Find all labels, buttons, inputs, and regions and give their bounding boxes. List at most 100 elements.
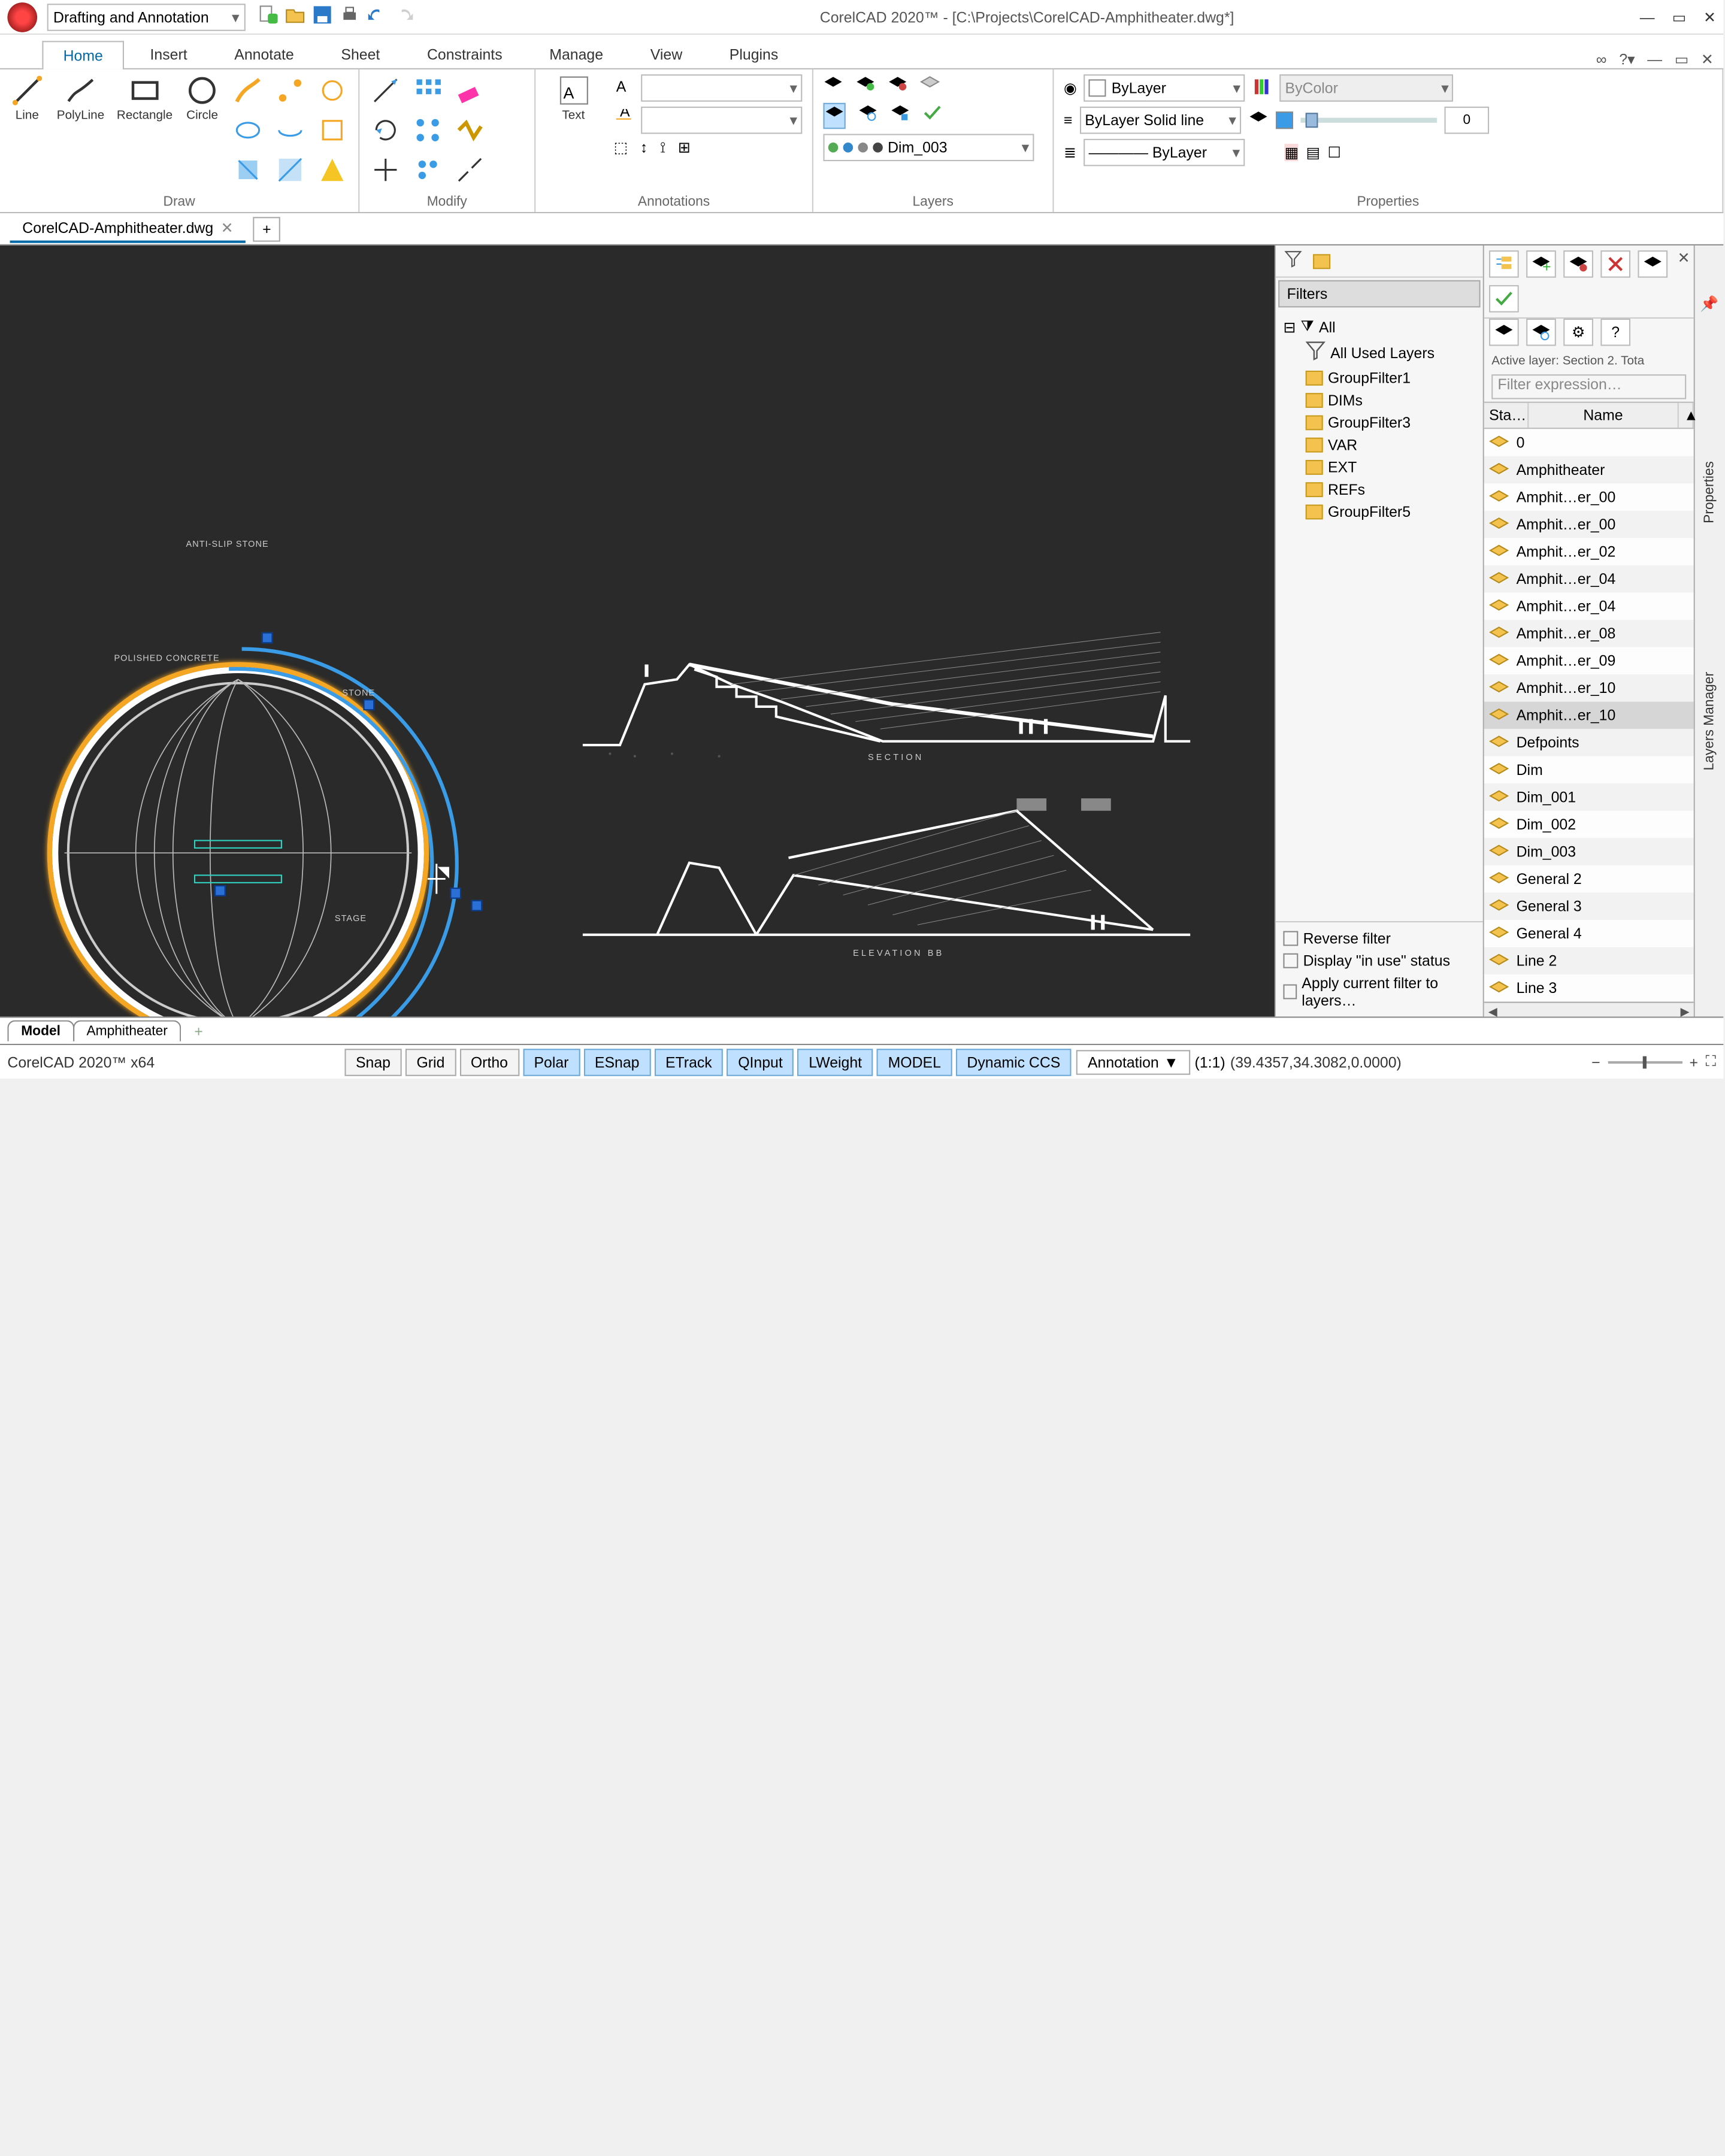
tab-home[interactable]: Home (42, 41, 124, 69)
drawing-canvas[interactable]: ANTI-SLIP STONE POLISHED CONCRETE STONE … (0, 246, 1275, 1017)
layer-icon[interactable] (823, 74, 843, 98)
polyline-tool[interactable]: PolyLine (57, 74, 104, 123)
tab-annotate[interactable]: Annotate (213, 40, 315, 68)
split-icon[interactable] (454, 154, 486, 186)
maximize-button[interactable]: ▭ (1672, 8, 1686, 25)
layer-icon[interactable] (858, 103, 877, 129)
status-toggle-dynamic ccs[interactable]: Dynamic CCS (956, 1048, 1072, 1076)
layer-row[interactable]: Amphit…er_08 (1484, 620, 1694, 647)
status-toggle-etrack[interactable]: ETrack (654, 1048, 723, 1076)
layer-on-icon[interactable] (1489, 319, 1519, 346)
print-style-icon[interactable] (1253, 76, 1273, 99)
dim-style-select[interactable]: ▾ (641, 107, 802, 134)
layer-row[interactable]: Line 2 (1484, 947, 1694, 974)
layer-row[interactable]: 0 (1484, 429, 1694, 456)
sheet-icon[interactable]: ☐ (1327, 144, 1340, 161)
file-tab[interactable]: CorelCAD-Amphitheater.dwg✕ (10, 215, 246, 243)
layer-row[interactable]: Amphit…er_09 (1484, 647, 1694, 675)
layer-row[interactable]: Defpoints (1484, 729, 1694, 756)
layer-row[interactable]: Amphit…er_02 (1484, 538, 1694, 565)
new-layer-icon[interactable]: + (1526, 250, 1556, 278)
apply-layer-icon[interactable] (1489, 285, 1519, 313)
layer-row[interactable]: Amphit…er_00 (1484, 483, 1694, 511)
zoom-in-button[interactable]: + (1690, 1053, 1699, 1070)
tab-sheet[interactable]: Sheet (320, 40, 401, 68)
text-style-select[interactable]: ▾ (641, 74, 802, 102)
status-toggle-esnap[interactable]: ESnap (583, 1048, 650, 1076)
rotate-icon[interactable] (370, 114, 402, 146)
close-icon[interactable]: ✕ (1678, 249, 1690, 267)
layer-row[interactable]: Dim_001 (1484, 783, 1694, 811)
status-toggle-ortho[interactable]: Ortho (459, 1048, 519, 1076)
save-icon[interactable] (313, 5, 332, 28)
minimize-button[interactable]: — (1640, 8, 1655, 25)
status-toggle-snap[interactable]: Snap (344, 1048, 401, 1076)
status-toggle-lweight[interactable]: LWeight (798, 1048, 873, 1076)
status-toggle-grid[interactable]: Grid (405, 1048, 456, 1076)
apply-filter-checkbox[interactable]: Apply current filter to layers… (1283, 972, 1475, 1012)
layer-row[interactable]: Dim (1484, 756, 1694, 784)
help-icon[interactable]: ? (1600, 319, 1630, 346)
anno-icon[interactable]: ⊞ (678, 139, 691, 158)
infinity-icon[interactable]: ∞ (1596, 51, 1607, 68)
draw-icon[interactable] (316, 74, 349, 107)
layer-freeze-icon[interactable] (1526, 319, 1556, 346)
undo-icon[interactable] (367, 5, 387, 28)
workspace-selector[interactable]: Drafting and Annotation▾ (47, 3, 246, 31)
dim-style-icon[interactable]: A (614, 108, 634, 132)
line-tool[interactable]: Line (10, 74, 45, 123)
layer-row[interactable]: Line 3 (1484, 974, 1694, 1002)
layer-row[interactable]: General 4 (1484, 920, 1694, 947)
print-icon[interactable] (340, 5, 359, 28)
layer-list-header[interactable]: Sta… Name ▲ (1484, 402, 1694, 429)
draw-icon[interactable] (316, 114, 349, 146)
offset-icon[interactable] (370, 154, 402, 186)
draw-icon[interactable] (232, 154, 264, 186)
layer-row[interactable]: Amphit…er_04 (1484, 592, 1694, 620)
tab-constraints[interactable]: Constraints (406, 40, 523, 68)
layer-tree-icon[interactable] (1489, 250, 1519, 278)
layer-icon[interactable] (888, 74, 907, 98)
text-style-icon[interactable]: A (614, 76, 634, 99)
open-file-icon[interactable] (285, 5, 305, 28)
layers-manager-side-tab[interactable]: Layers Manager (1702, 672, 1717, 771)
anno-icon[interactable]: ⟟ (660, 139, 665, 158)
layer-icon[interactable] (920, 74, 940, 98)
current-layer-select[interactable]: Dim_003▾ (823, 134, 1034, 162)
text-tool[interactable]: AText (546, 74, 601, 123)
draw-icon[interactable] (232, 74, 264, 107)
inuse-status-checkbox[interactable]: Display "in use" status (1283, 950, 1475, 972)
layer-row[interactable]: Dim_003 (1484, 838, 1694, 865)
redo-icon[interactable] (394, 5, 414, 28)
list-icon[interactable]: ▤ (1306, 144, 1320, 161)
add-file-tab-button[interactable]: + (253, 216, 281, 241)
draw-icon[interactable] (274, 114, 306, 146)
delete-layer-icon[interactable] (1600, 250, 1630, 278)
lineweight-select[interactable]: ———— ByLayer▾ (1084, 139, 1245, 166)
close-icon[interactable]: ✕ (221, 219, 234, 236)
erase-icon[interactable] (454, 74, 486, 107)
layer-list[interactable]: 0AmphitheaterAmphit…er_00Amphit…er_00Amp… (1484, 429, 1694, 1001)
folder-icon[interactable] (1313, 253, 1330, 268)
status-toggle-model[interactable]: MODEL (877, 1048, 952, 1076)
zoom-out-button[interactable]: − (1591, 1053, 1600, 1070)
tab-insert[interactable]: Insert (129, 40, 208, 68)
tab-plugins[interactable]: Plugins (709, 40, 800, 68)
rectangle-tool[interactable]: Rectangle (117, 74, 172, 123)
status-toggle-qinput[interactable]: QInput (727, 1048, 794, 1076)
layer-icon[interactable] (890, 103, 910, 129)
draw-icon[interactable] (316, 154, 349, 186)
filter-tree[interactable]: ⊟⧩All All Used Layers GroupFilter1 DIMs … (1276, 310, 1483, 922)
layer-row[interactable]: Amphit…er_10 (1484, 702, 1694, 729)
bycolor-select[interactable]: ByColor▾ (1280, 74, 1454, 102)
doc-minimize-button[interactable]: — (1647, 51, 1662, 68)
annotation-scale-select[interactable]: Annotation▼ (1076, 1049, 1190, 1074)
add-sheet-button[interactable]: + (187, 1021, 210, 1041)
layer-row[interactable]: General 3 (1484, 892, 1694, 920)
pattern-icon[interactable] (411, 114, 444, 146)
circle-tool[interactable]: Circle (185, 74, 220, 123)
layer-row[interactable]: Dim_002 (1484, 811, 1694, 838)
layer-row[interactable]: Amphitheater (1484, 456, 1694, 484)
close-button[interactable]: ✕ (1703, 8, 1716, 25)
lineweight-icon[interactable]: ≣ (1064, 144, 1076, 161)
